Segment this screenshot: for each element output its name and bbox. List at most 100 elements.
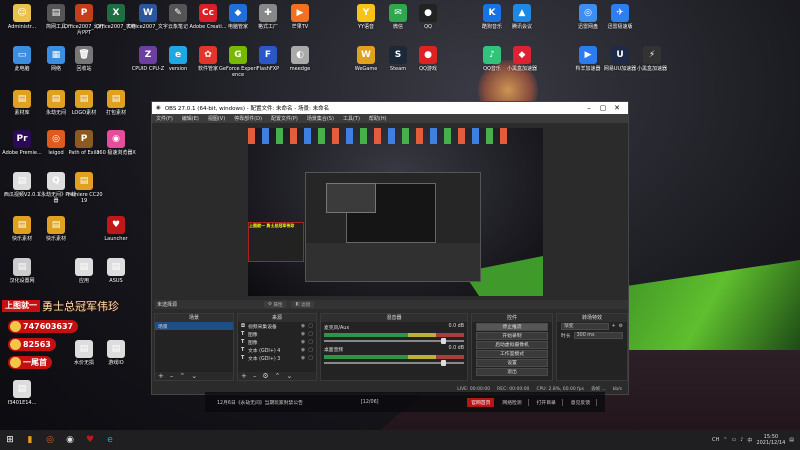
desktop-icon[interactable]: ✈ 迅雷极速版 [600,4,640,30]
volume-meter [324,333,464,337]
desktop-icon-label: Launcher [104,236,128,242]
link-feedback[interactable]: 意见反馈 [571,398,597,406]
menu-view[interactable]: 视图(V) [208,115,225,122]
source-type-icon: T [241,331,245,337]
desktop-icon[interactable]: ▤ 汉化设置网 [2,258,42,284]
desktop-icon[interactable]: ♥ Launcher [96,216,136,242]
gear-icon[interactable]: ⚙ [262,372,268,380]
network-icon[interactable]: ▭ [731,437,736,443]
eye-icon[interactable]: ◉ [301,355,305,361]
obs-preview[interactable]: 上图就一 勇士总冠军伟珍 [248,128,543,296]
source-item[interactable]: T 图像 ◉ ▢ [238,338,316,346]
desktop-icon[interactable]: ▲ 腾讯会议 [502,4,542,30]
source-item[interactable]: T 图像 ◉ ▢ [238,330,316,338]
menu-file[interactable]: 文件(F) [156,115,173,122]
launcher-icon[interactable]: ♥ [80,430,100,450]
lock-icon[interactable]: ▢ [308,355,313,361]
app-icon: ▦ [47,46,65,64]
volume-slider-handle[interactable] [441,338,446,344]
close-button[interactable]: ✕ [610,104,624,112]
desktop-icon[interactable]: ● QQ游戏 [408,46,448,72]
maximize-button[interactable]: ▢ [596,104,610,112]
ime-indicator[interactable]: 中 [747,437,752,444]
menu-edit[interactable]: 编辑(E) [182,115,199,122]
menu-help[interactable]: 帮助(H) [369,115,387,122]
desktop-icon[interactable]: ▤ f3401E14... [2,380,42,406]
eye-icon[interactable]: ◉ [301,331,305,337]
settings-button[interactable]: 设置 [476,359,548,367]
studio-mode-button[interactable]: 工作室模式 [476,350,548,358]
source-item[interactable]: ◘ 视频采集设备 ◉ ▢ [238,322,316,330]
lang-indicator[interactable]: CH [712,437,719,443]
virtual-camera-button[interactable]: 启动虚拟摄像机 [476,341,548,349]
gear-icon[interactable]: ⚙ [619,324,623,329]
desktop-icon[interactable]: ◆ 小黑盒加速器 [502,46,542,72]
app-icon: ◐ [291,46,309,64]
add-scene-icon[interactable]: + [158,372,164,380]
link-open-folder[interactable]: 打开目录 [537,398,563,406]
eye-icon[interactable]: ◉ [301,347,305,353]
menu-profile[interactable]: 配置文件(P) [271,115,298,122]
lock-icon[interactable]: ▢ [308,339,313,345]
desktop-icon[interactable]: ⚡ 小黑盒加速器 [632,46,672,72]
remove-source-icon[interactable]: – [253,372,257,380]
volume-slider[interactable] [324,360,464,366]
filters-button[interactable]: ◧ 滤镜 [291,301,315,308]
system-tray: CH ⌃ ▭ ♪ 中 15:50 2021/12/14 ▤ [712,434,800,446]
start-recording-button[interactable]: 开始录制 [476,332,548,340]
move-down-icon[interactable]: ⌄ [191,372,197,380]
app-icon: ⚡ [643,46,661,64]
add-source-icon[interactable]: + [241,372,247,380]
browser-icon[interactable]: ◎ [40,430,60,450]
desktop-icon[interactable]: ◉ 360 极速浏览器X [96,130,136,156]
obs-icon[interactable]: ◉ [60,430,80,450]
link-network-check[interactable]: 网络检测 [502,398,529,406]
desktop-icon[interactable]: ▤ ASUS [96,258,136,284]
move-up-icon[interactable]: ⌃ [179,372,185,380]
desktop-icon[interactable]: ◐ meedge [280,46,320,72]
move-up-icon[interactable]: ⌃ [275,372,281,380]
transition-select[interactable]: 渐变 [561,323,609,330]
minimize-button[interactable]: – [582,104,596,112]
desktop-icon[interactable]: ▶ 芒果TV [280,4,320,30]
volume-slider-handle[interactable] [441,360,446,366]
menu-docks[interactable]: 停靠部件(D) [234,115,262,122]
exit-button[interactable]: 退出 [476,368,548,376]
source-item[interactable]: T 文本 (GDI+) 3 ◉ ▢ [238,354,316,362]
tray-expand-icon[interactable]: ⌃ [723,437,727,443]
lock-icon[interactable]: ▢ [308,347,313,353]
desktop-icon[interactable]: ▤ 快乐素材 [36,216,76,242]
link-official-site[interactable]: 官网首页 [467,397,495,407]
add-transition-icon[interactable]: + [612,324,616,329]
desktop-icon[interactable]: ▤ 打包素材 [96,90,136,116]
source-item[interactable]: T 文本 (GDI+) 4 ◉ ▢ [238,346,316,354]
notification-icon[interactable]: ▤ [789,437,794,443]
eye-icon[interactable]: ◉ [301,339,305,345]
desktop-icon[interactable]: ● QQ [408,4,448,30]
remove-scene-icon[interactable]: – [170,372,174,380]
duration-input[interactable]: 300 ms [573,332,623,339]
menu-scene-collection[interactable]: 场景集合(S) [307,115,334,122]
volume-icon[interactable]: ♪ [740,437,743,443]
stop-streaming-button[interactable]: 停止推流 [476,323,548,331]
menu-tools[interactable]: 工具(T) [343,115,360,122]
clock[interactable]: 15:50 2021/12/14 [756,434,785,446]
obs-titlebar[interactable]: ◉ OBS 27.0.1 (64-bit, windows) - 配置文件: 未… [152,102,628,114]
properties-button[interactable]: ⚙ 属性 [264,301,287,308]
lock-icon[interactable]: ▢ [308,323,313,329]
desktop-icon[interactable]: ▤ Premiere CC2019 [64,172,104,204]
obs-window[interactable]: ◉ OBS 27.0.1 (64-bit, windows) - 配置文件: 未… [151,101,629,395]
volume-slider[interactable] [324,338,464,344]
news-item[interactable]: 12月6日《永劫无间》当期玩家封禁公告 [217,399,303,406]
eye-icon[interactable]: ◉ [301,323,305,329]
desktop-icon-label: meedge [289,66,311,72]
edge-icon[interactable]: e [100,430,120,450]
overlay-line-1: 747603637 [8,320,79,333]
move-down-icon[interactable]: ⌄ [287,372,293,380]
app-icon: ▤ [47,216,65,234]
file-explorer-icon[interactable]: ▮ [20,430,40,450]
desktop-icon[interactable]: 🗑 回收站 [64,46,104,72]
scene-item[interactable]: 场景 [155,322,233,330]
lock-icon[interactable]: ▢ [308,331,313,337]
windows-start-icon[interactable]: ⊞ [0,430,20,450]
